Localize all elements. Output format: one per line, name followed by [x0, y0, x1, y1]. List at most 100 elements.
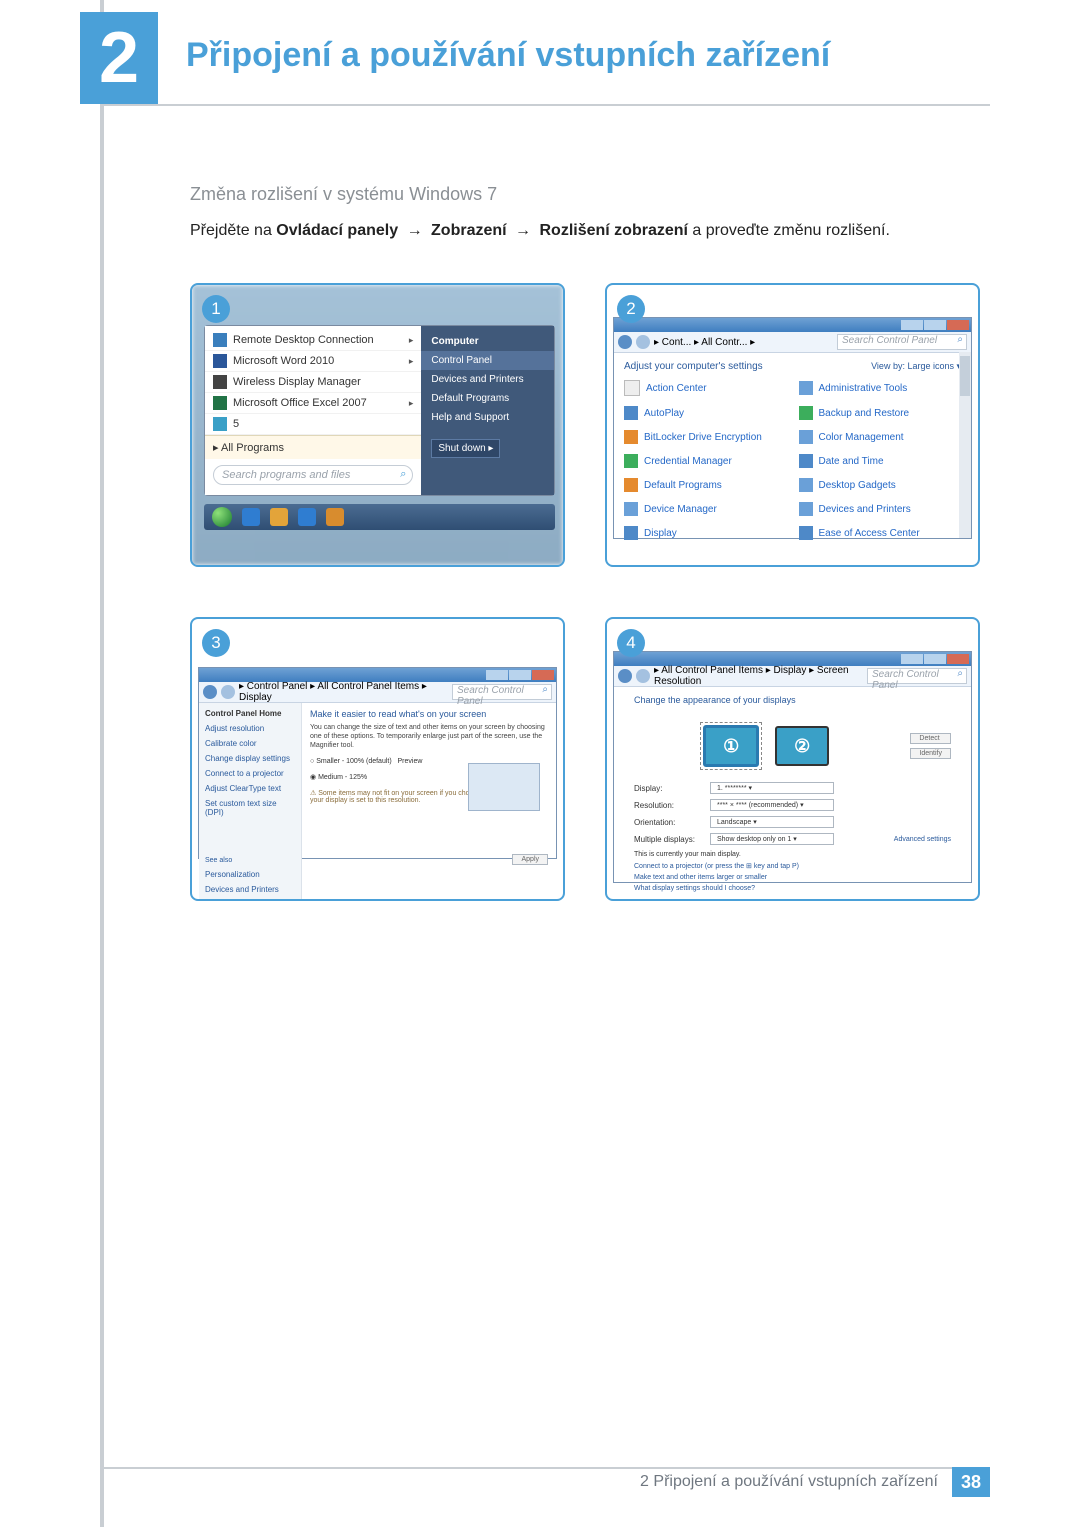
orientation-select[interactable]: Landscape ▾ [710, 816, 834, 828]
flag-icon [624, 380, 640, 396]
apply-button[interactable]: Apply [512, 854, 548, 865]
start-right-item[interactable]: Devices and Printers [421, 370, 554, 389]
cp-item[interactable]: Color Management [799, 430, 962, 444]
breadcrumb[interactable]: ▸ All Control Panel Items ▸ Display ▸ Sc… [654, 665, 863, 687]
taskbar [204, 504, 555, 530]
detect-button[interactable]: Detect [910, 733, 951, 744]
sidebar-link[interactable]: Adjust ClearType text [205, 784, 295, 793]
cp-item[interactable]: Desktop Gadgets [799, 478, 962, 492]
scrollbar-thumb[interactable] [960, 356, 970, 396]
taskbar-app-icon[interactable] [242, 508, 260, 526]
search-input[interactable]: Search Control Panel [837, 334, 967, 350]
preview-label: Preview [398, 758, 423, 765]
monitor-1-icon[interactable]: ① [703, 725, 759, 767]
screen-resolution-window: ▸ All Control Panel Items ▸ Display ▸ Sc… [613, 651, 972, 883]
control-panel-body: Adjust your computer's settings View by:… [614, 353, 971, 548]
devices-printers-icon [799, 502, 813, 516]
identify-button[interactable]: Identify [910, 748, 951, 759]
projector-link[interactable]: Connect to a projector (or press the ⊞ k… [634, 862, 951, 870]
cp-item[interactable]: Display [624, 526, 787, 540]
help-link[interactable]: What display settings should I choose? [634, 885, 951, 892]
start-item[interactable]: Remote Desktop Connection▸ [205, 330, 421, 351]
all-programs[interactable]: ▸ All Programs [205, 435, 421, 459]
sidebar-link[interactable]: Set custom text size (DPI) [205, 799, 295, 817]
cp-item[interactable]: Credential Manager [624, 454, 787, 468]
start-pinned[interactable]: 5 [205, 414, 421, 435]
cp-item[interactable]: Action Center [624, 380, 787, 396]
breadcrumb[interactable]: ▸ Control Panel ▸ All Control Panel Item… [239, 681, 448, 703]
monitor-2-icon[interactable]: ② [775, 726, 829, 766]
start-right-item[interactable]: Help and Support [421, 408, 554, 427]
minimize-button[interactable] [901, 654, 923, 664]
cp-item-label: Desktop Gadgets [819, 480, 896, 491]
advanced-settings-link[interactable]: Advanced settings [894, 836, 951, 843]
sidebar-link[interactable]: Calibrate color [205, 739, 295, 748]
view-by-dropdown[interactable]: View by: Large icons ▾ [871, 361, 961, 372]
app-icon [213, 417, 227, 431]
close-button[interactable] [947, 320, 969, 330]
cp-item[interactable]: Administrative Tools [799, 380, 962, 396]
resolution-select[interactable]: **** × **** (recommended) ▾ [710, 799, 834, 811]
cp-item[interactable]: Default Programs [624, 478, 787, 492]
start-right-item[interactable]: Default Programs [421, 389, 554, 408]
start-right-head[interactable]: Computer [421, 332, 554, 351]
step-badge: 2 [617, 295, 645, 323]
start-right-item[interactable]: Control Panel [421, 351, 554, 370]
forward-arrow-icon[interactable] [221, 685, 235, 699]
close-button[interactable] [532, 670, 554, 680]
taskbar-app-icon[interactable] [270, 508, 288, 526]
arrow-icon: → [511, 222, 535, 239]
screenshot-3: 3 ▸ Control Panel ▸ All Control Panel It… [190, 617, 565, 901]
cp-item[interactable]: Backup and Restore [799, 406, 962, 420]
sidebar-link[interactable]: Change display settings [205, 754, 295, 763]
label: Resolution: [634, 801, 700, 810]
forward-arrow-icon[interactable] [636, 335, 650, 349]
sidebar-link[interactable]: Connect to a projector [205, 769, 295, 778]
label: Multiple displays: [634, 835, 700, 844]
cp-item[interactable]: BitLocker Drive Encryption [624, 430, 787, 444]
instr-post: a proveďte změnu rozlišení. [692, 222, 889, 239]
breadcrumb[interactable]: ▸ Cont... ▸ All Contr... ▸ [654, 337, 833, 348]
shutdown-button[interactable]: Shut down ▸ [431, 439, 500, 458]
start-item[interactable]: Wireless Display Manager [205, 372, 421, 393]
address-bar: ▸ All Control Panel Items ▸ Display ▸ Sc… [614, 666, 971, 687]
cp-item[interactable]: Device Manager [624, 502, 787, 516]
back-arrow-icon[interactable] [203, 685, 217, 699]
forward-arrow-icon[interactable] [636, 669, 650, 683]
display-select[interactable]: 1. ******** ▾ [710, 782, 834, 794]
monitor-preview: ① ② [634, 725, 898, 767]
instruction-text: Přejděte na Ovládací panely → Zobrazení … [190, 219, 980, 243]
minimize-button[interactable] [901, 320, 923, 330]
minimize-button[interactable] [486, 670, 508, 680]
cp-item[interactable]: Ease of Access Center [799, 526, 962, 540]
maximize-button[interactable] [509, 670, 531, 680]
start-item[interactable]: Microsoft Word 2010▸ [205, 351, 421, 372]
option-label: Smaller - 100% (default) [316, 758, 391, 765]
cp-item[interactable]: AutoPlay [624, 406, 787, 420]
maximize-button[interactable] [924, 654, 946, 664]
taskbar-app-icon[interactable] [298, 508, 316, 526]
autoplay-icon [624, 406, 638, 420]
sidebar-link[interactable]: Devices and Printers [205, 885, 295, 894]
multiple-displays-select[interactable]: Show desktop only on 1 ▾ [710, 833, 834, 845]
search-input[interactable]: Search Control Panel [452, 684, 552, 700]
back-arrow-icon[interactable] [618, 335, 632, 349]
start-orb-icon[interactable] [212, 507, 232, 527]
close-button[interactable] [947, 654, 969, 664]
title-underline [104, 104, 990, 106]
start-search-input[interactable]: Search programs and files [213, 465, 413, 485]
maximize-button[interactable] [924, 320, 946, 330]
sidebar-link[interactable]: Adjust resolution [205, 724, 295, 733]
text-size-link[interactable]: Make text and other items larger or smal… [634, 874, 951, 881]
see-also-heading: See also [205, 857, 295, 864]
detect-identify: Detect Identify [910, 733, 951, 759]
start-item[interactable]: Microsoft Office Excel 2007▸ [205, 393, 421, 414]
search-input[interactable]: Search Control Panel [867, 668, 967, 684]
back-arrow-icon[interactable] [618, 669, 632, 683]
sidebar-link[interactable]: Personalization [205, 870, 295, 879]
tools-icon [799, 381, 813, 395]
screenshot-grid: 1 Remote Desktop Connection▸ Microsoft W… [190, 283, 980, 901]
taskbar-app-icon[interactable] [326, 508, 344, 526]
cp-item[interactable]: Date and Time [799, 454, 962, 468]
cp-item[interactable]: Devices and Printers [799, 502, 962, 516]
